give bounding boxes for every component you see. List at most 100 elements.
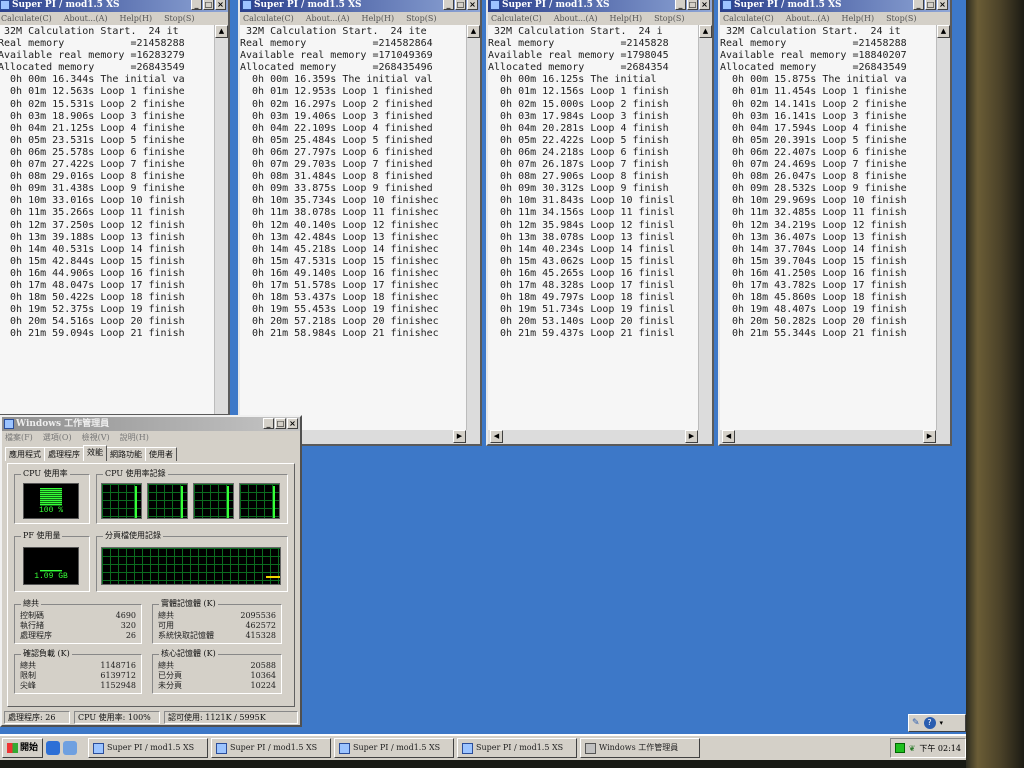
vertical-scrollbar[interactable]: ▲ (214, 25, 228, 414)
menu-calculate[interactable]: Calculate(C) (491, 12, 542, 25)
menu-help[interactable]: Help(H) (609, 12, 642, 25)
menu-help[interactable]: Help(H) (361, 12, 394, 25)
physical-memory-label: 實體記憶體 (K) (159, 598, 218, 609)
title-bar[interactable]: Super PI / mod1.5 XS _ □ × (488, 0, 712, 12)
output-log[interactable]: 32M Calculation Start. 24 it Real memory … (720, 25, 936, 430)
output-log[interactable]: 32M Calculation Start. 24 ite Real memory… (240, 25, 466, 430)
stat-row: 處理程序 26 (20, 631, 136, 641)
menu-about[interactable]: About...(A) (554, 12, 598, 25)
minimize-button[interactable]: _ (675, 0, 686, 10)
maximize-button[interactable]: □ (455, 0, 466, 10)
help-icon[interactable]: ? (923, 717, 936, 729)
cpu-history-line (181, 486, 183, 518)
scroll-left-arrow-icon[interactable]: ◀ (722, 430, 735, 443)
menu-calculate[interactable]: Calculate(C) (243, 12, 294, 25)
scroll-right-arrow-icon[interactable]: ▶ (453, 430, 466, 443)
menu-stop[interactable]: Stop(S) (406, 12, 436, 25)
minimize-button[interactable]: _ (913, 0, 924, 10)
menu-about[interactable]: About...(A) (64, 12, 108, 25)
minimize-button[interactable]: _ (263, 418, 274, 429)
output-log[interactable]: 32M Calculation Start. 24 i Real memory =… (488, 25, 698, 430)
network-tray-icon[interactable]: ❦ (909, 744, 916, 753)
log-line: 0h 06m 25.578s Loop 6 finishe (0, 146, 185, 158)
log-line: 0h 10m 29.969s Loop 10 finish (720, 195, 907, 207)
pf-usage-group: PF 使用量 1.09 GB (14, 530, 90, 592)
horizontal-scrollbar[interactable]: ◀ ▶ (720, 430, 950, 444)
tab-applications[interactable]: 應用程式 (5, 447, 45, 461)
taskbar-button-superpi-2[interactable]: Super PI / mod1.5 XS (211, 738, 332, 758)
scroll-left-arrow-icon[interactable]: ◀ (490, 430, 503, 443)
tab-performance[interactable]: 效能 (83, 445, 107, 461)
stat-row: 未分頁 10224 (158, 681, 276, 691)
window-title: Super PI / mod1.5 XS (502, 0, 610, 10)
cpu-history-graph-3 (193, 483, 234, 519)
start-button[interactable]: 開始 (2, 738, 44, 758)
menu-options[interactable]: 選項(O) (43, 431, 72, 445)
superpi-window-4[interactable]: Super PI / mod1.5 XS _ □ × Calculate(C) Ab… (718, 0, 952, 446)
menu-help[interactable]: Help(H) (841, 12, 874, 25)
close-button[interactable]: × (467, 0, 478, 10)
close-button[interactable]: × (699, 0, 710, 10)
language-bar[interactable]: ✎ ? ▾ (908, 714, 966, 732)
menu-view[interactable]: 檢視(V) (82, 431, 110, 445)
taskbar-button-task-manager[interactable]: Windows 工作管理員 (580, 738, 701, 758)
log-line: 0h 21m 59.094s Loop 21 finish (0, 328, 185, 340)
taskbar-button-superpi-1[interactable]: Super PI / mod1.5 XS (88, 738, 209, 758)
cpu-tray-icon[interactable] (894, 743, 905, 753)
vertical-scrollbar[interactable]: ▲ (466, 25, 480, 430)
output-log[interactable]: 32M Calculation Start. 24 it Real memory … (0, 25, 214, 414)
scroll-up-arrow-icon[interactable]: ▲ (215, 25, 228, 38)
ime-icon[interactable]: ✎ (912, 718, 920, 728)
close-button[interactable]: × (287, 418, 298, 429)
clock[interactable]: 下午 02:14 (919, 743, 961, 754)
tab-networking[interactable]: 網路功能 (106, 447, 146, 461)
window-title: Super PI / mod1.5 XS (12, 0, 120, 10)
minimize-button[interactable]: _ (191, 0, 202, 10)
internet-explorer-icon[interactable] (46, 741, 61, 755)
log-line: 0h 08m 27.906s Loop 8 finish (488, 171, 669, 183)
vertical-scrollbar[interactable]: ▲ (936, 25, 950, 430)
horizontal-scrollbar[interactable]: ◀ ▶ (488, 430, 712, 444)
log-line: 0h 19m 52.375s Loop 19 finish (0, 304, 185, 316)
taskbar-button-label: Super PI / mod1.5 XS (107, 743, 195, 752)
title-bar[interactable]: Windows 工作管理員 _ □ × (2, 417, 300, 431)
tab-processes[interactable]: 處理程序 (44, 447, 84, 461)
taskbar-button-superpi-4[interactable]: Super PI / mod1.5 XS (457, 738, 578, 758)
menu-help[interactable]: Help(H) (119, 12, 152, 25)
close-button[interactable]: × (215, 0, 226, 10)
menu-stop[interactable]: Stop(S) (886, 12, 916, 25)
scroll-up-arrow-icon[interactable]: ▲ (699, 25, 712, 38)
title-bar[interactable]: Super PI / mod1.5 XS _ □ × (720, 0, 950, 12)
log-line: 0h 13m 42.484s Loop 13 finishec (240, 231, 439, 243)
maximize-button[interactable]: □ (925, 0, 936, 10)
menu-stop[interactable]: Stop(S) (654, 12, 684, 25)
task-manager-window[interactable]: Windows 工作管理員 _ □ × 檔案(F) 選項(O) 檢視(V) 說明(H… (0, 415, 302, 727)
scroll-right-arrow-icon[interactable]: ▶ (923, 430, 936, 443)
scroll-up-arrow-icon[interactable]: ▲ (467, 25, 480, 38)
menu-stop[interactable]: Stop(S) (164, 12, 194, 25)
close-button[interactable]: × (937, 0, 948, 10)
title-bar[interactable]: Super PI / mod1.5 XS _ □ × (240, 0, 480, 12)
taskbar-button-superpi-3[interactable]: Super PI / mod1.5 XS (334, 738, 455, 758)
title-bar[interactable]: Super PI / mod1.5 XS _ □ × (0, 0, 228, 12)
superpi-window-3[interactable]: Super PI / mod1.5 XS _ □ × Calculate(C) Ab… (486, 0, 714, 446)
menu-about[interactable]: About...(A) (786, 12, 830, 25)
maximize-button[interactable]: □ (687, 0, 698, 10)
log-line: Available real memory =1798045 (488, 50, 669, 62)
scroll-up-arrow-icon[interactable]: ▲ (937, 25, 950, 38)
language-bar-options-icon[interactable]: ▾ (940, 719, 944, 727)
vertical-scrollbar[interactable]: ▲ (698, 25, 712, 430)
superpi-window-2[interactable]: Super PI / mod1.5 XS _ □ × Calculate(C) Ab… (238, 0, 482, 446)
menu-about[interactable]: About...(A) (306, 12, 350, 25)
menu-file[interactable]: 檔案(F) (5, 431, 33, 445)
maximize-button[interactable]: □ (275, 418, 286, 429)
menu-calculate[interactable]: Calculate(C) (723, 12, 774, 25)
maximize-button[interactable]: □ (203, 0, 214, 10)
superpi-window-1[interactable]: Super PI / mod1.5 XS _ □ × Calculate(C) Ab… (0, 0, 230, 416)
menu-calculate[interactable]: Calculate(C) (1, 12, 52, 25)
tab-users[interactable]: 使用者 (145, 447, 177, 461)
minimize-button[interactable]: _ (443, 0, 454, 10)
menu-help[interactable]: 說明(H) (120, 431, 149, 445)
show-desktop-icon[interactable] (63, 741, 78, 755)
scroll-right-arrow-icon[interactable]: ▶ (685, 430, 698, 443)
